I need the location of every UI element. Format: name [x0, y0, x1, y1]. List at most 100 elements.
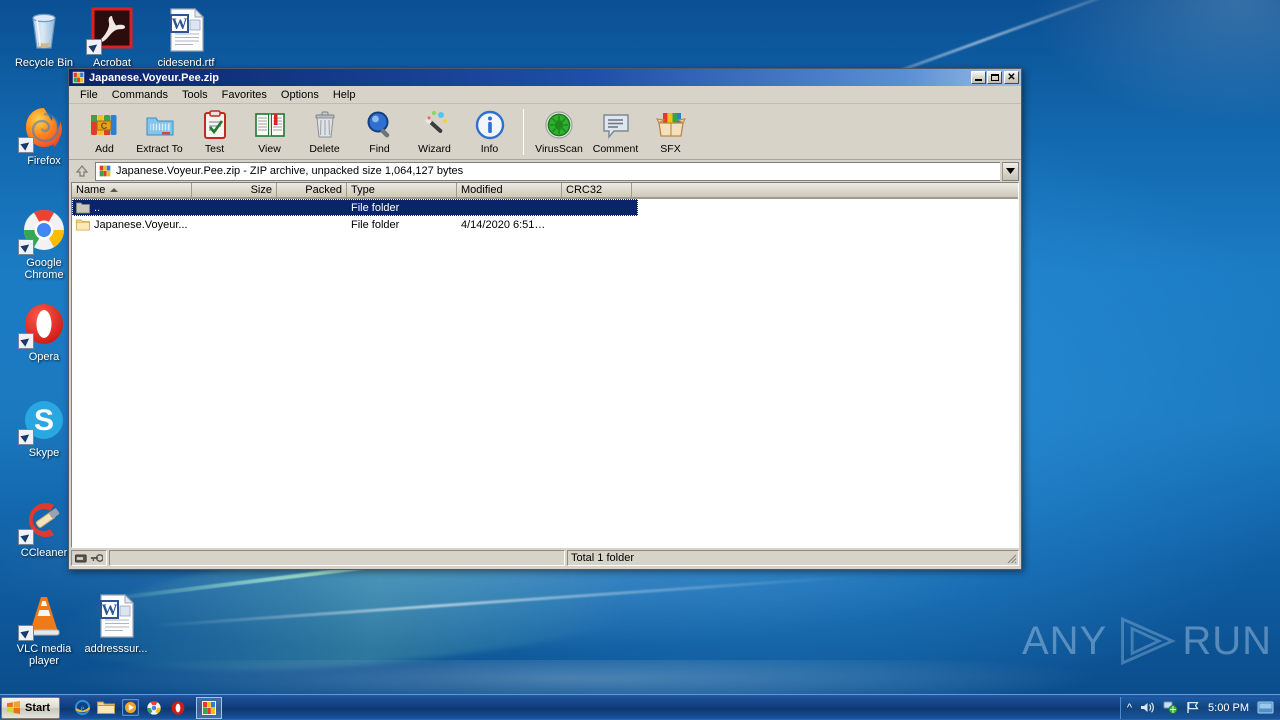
- toolbar-button-comment[interactable]: Comment: [588, 107, 643, 155]
- table-row[interactable]: Japanese.Voyeur... File folder 4/14/2020…: [72, 216, 1018, 233]
- open-book-icon: [254, 109, 286, 141]
- svg-text:W: W: [102, 602, 118, 619]
- toolbar-button-view[interactable]: View: [242, 107, 297, 155]
- desktop-icon-label: addresssur...: [80, 643, 152, 655]
- windows-logo-icon: [6, 700, 21, 715]
- column-header-modified[interactable]: Modified: [457, 183, 562, 198]
- volume-icon[interactable]: [1140, 701, 1155, 714]
- column-header-name[interactable]: Name: [72, 183, 192, 198]
- table-row[interactable]: .. File folder: [72, 199, 638, 216]
- desktop-icon-label: VLC media player: [8, 643, 80, 667]
- archive-path-text: Japanese.Voyeur.Pee.zip - ZIP archive, u…: [116, 165, 463, 177]
- toolbar-button-extract-to[interactable]: Extract To: [132, 107, 187, 155]
- column-header-type[interactable]: Type: [347, 183, 457, 198]
- status-message: [109, 550, 565, 566]
- file-list-rows[interactable]: .. File folder Japanese.Voyeur...: [72, 199, 1018, 547]
- column-header-packed[interactable]: Packed: [277, 183, 347, 198]
- shortcut-overlay-icon: [86, 39, 102, 55]
- menu-bar[interactable]: File Commands Tools Favorites Options He…: [69, 86, 1021, 104]
- toolbar-button-add[interactable]: C Add: [77, 107, 132, 155]
- menu-item-favorites[interactable]: Favorites: [215, 88, 274, 102]
- cell-name: ..: [72, 201, 192, 214]
- show-desktop-button[interactable]: [1257, 701, 1274, 714]
- winrar-window[interactable]: Japanese.Voyeur.Pee.zip ✕ File Commands …: [68, 68, 1022, 570]
- taskbar[interactable]: Start e: [0, 694, 1280, 720]
- quicklaunch-media-player[interactable]: [118, 696, 142, 720]
- quicklaunch-opera[interactable]: [166, 696, 190, 720]
- toolbar-label: Add: [95, 143, 114, 155]
- column-header-label: Size: [251, 184, 272, 196]
- archive-path-field[interactable]: Japanese.Voyeur.Pee.zip - ZIP archive, u…: [95, 162, 1000, 181]
- minimize-button[interactable]: [971, 71, 986, 84]
- virus-shield-icon: [543, 109, 575, 141]
- winrar-icon: [201, 700, 217, 716]
- add-archive-icon: C: [89, 109, 121, 141]
- window-titlebar[interactable]: Japanese.Voyeur.Pee.zip ✕: [69, 69, 1021, 86]
- toolbar-button-info[interactable]: Info: [462, 107, 517, 155]
- toolbar-button-test[interactable]: Test: [187, 107, 242, 155]
- cell-name: Japanese.Voyeur...: [72, 218, 192, 231]
- show-hidden-icons-button[interactable]: ^: [1127, 702, 1132, 714]
- word-document-icon: W: [162, 6, 210, 54]
- column-header-label: Name: [76, 184, 105, 196]
- resize-grip-icon[interactable]: [1005, 552, 1017, 564]
- toolbar-label: VirusScan: [535, 143, 583, 155]
- desktop-icon-vlc[interactable]: VLC media player: [8, 592, 80, 667]
- status-icons[interactable]: [71, 550, 107, 566]
- winrar-icon: [98, 164, 112, 178]
- address-dropdown-button[interactable]: [1002, 162, 1019, 181]
- desktop-icon-recycle-bin[interactable]: Recycle Bin: [8, 6, 80, 69]
- up-one-level-button[interactable]: [71, 161, 93, 181]
- toolbar-label: Comment: [593, 143, 639, 155]
- quicklaunch-internet-explorer[interactable]: e: [70, 696, 94, 720]
- quicklaunch-chrome[interactable]: [142, 696, 166, 720]
- word-document-icon: W: [92, 592, 140, 640]
- column-header-label: CRC32: [566, 184, 602, 196]
- quicklaunch-windows-explorer[interactable]: [94, 696, 118, 720]
- column-header-size[interactable]: Size: [192, 183, 277, 198]
- toolbar-label: Wizard: [418, 143, 451, 155]
- menu-item-file[interactable]: File: [73, 88, 105, 102]
- menu-item-tools[interactable]: Tools: [175, 88, 215, 102]
- opera-icon: [170, 700, 186, 716]
- recycle-bin-icon: [20, 6, 68, 54]
- internet-explorer-icon: e: [74, 699, 91, 716]
- start-button[interactable]: Start: [1, 697, 60, 719]
- maximize-button[interactable]: [987, 71, 1002, 84]
- anyrun-play-logo-icon: [1113, 614, 1176, 668]
- toolbar-button-virusscan[interactable]: VirusScan: [530, 107, 588, 155]
- desktop-icon-cidesend-rtf[interactable]: W cidesend.rtf: [150, 6, 222, 69]
- info-circle-icon: [474, 109, 506, 141]
- system-tray[interactable]: ^ 5:00 PM: [1120, 697, 1280, 719]
- toolbar-label: View: [258, 143, 281, 155]
- toolbar-button-sfx[interactable]: SFX: [643, 107, 698, 155]
- toolbar[interactable]: C Add Extract To: [69, 104, 1021, 160]
- column-header-crc32[interactable]: CRC32: [562, 183, 632, 198]
- shortcut-overlay-icon: [18, 239, 34, 255]
- sort-ascending-icon: [110, 188, 118, 192]
- taskbar-task-winrar[interactable]: [196, 697, 222, 719]
- start-button-label: Start: [25, 702, 50, 714]
- menu-item-help[interactable]: Help: [326, 88, 363, 102]
- toolbar-button-find[interactable]: Find: [352, 107, 407, 155]
- taskbar-clock[interactable]: 5:00 PM: [1208, 702, 1249, 714]
- file-list-header[interactable]: Name Size Packed Type Modified CRC32: [72, 183, 1018, 199]
- desktop-icon-addresssurvey[interactable]: W addresssur...: [80, 592, 152, 655]
- cell-type: File folder: [347, 202, 457, 214]
- action-center-flag-icon[interactable]: [1186, 701, 1200, 714]
- menu-item-commands[interactable]: Commands: [105, 88, 175, 102]
- network-icon[interactable]: [1163, 701, 1178, 714]
- media-player-icon: [122, 699, 139, 716]
- column-header-label: Modified: [461, 184, 503, 196]
- address-bar[interactable]: Japanese.Voyeur.Pee.zip - ZIP archive, u…: [69, 160, 1021, 182]
- extract-folder-icon: [144, 109, 176, 141]
- menu-item-options[interactable]: Options: [274, 88, 326, 102]
- desktop-icon-acrobat[interactable]: Acrobat: [76, 6, 148, 69]
- toolbar-button-delete[interactable]: Delete: [297, 107, 352, 155]
- close-button[interactable]: ✕: [1004, 71, 1019, 84]
- toolbar-label: SFX: [660, 143, 680, 155]
- svg-text:e: e: [80, 703, 84, 713]
- file-list[interactable]: Name Size Packed Type Modified CRC32: [71, 182, 1019, 548]
- shortcut-overlay-icon: [18, 529, 34, 545]
- toolbar-button-wizard[interactable]: Wizard: [407, 107, 462, 155]
